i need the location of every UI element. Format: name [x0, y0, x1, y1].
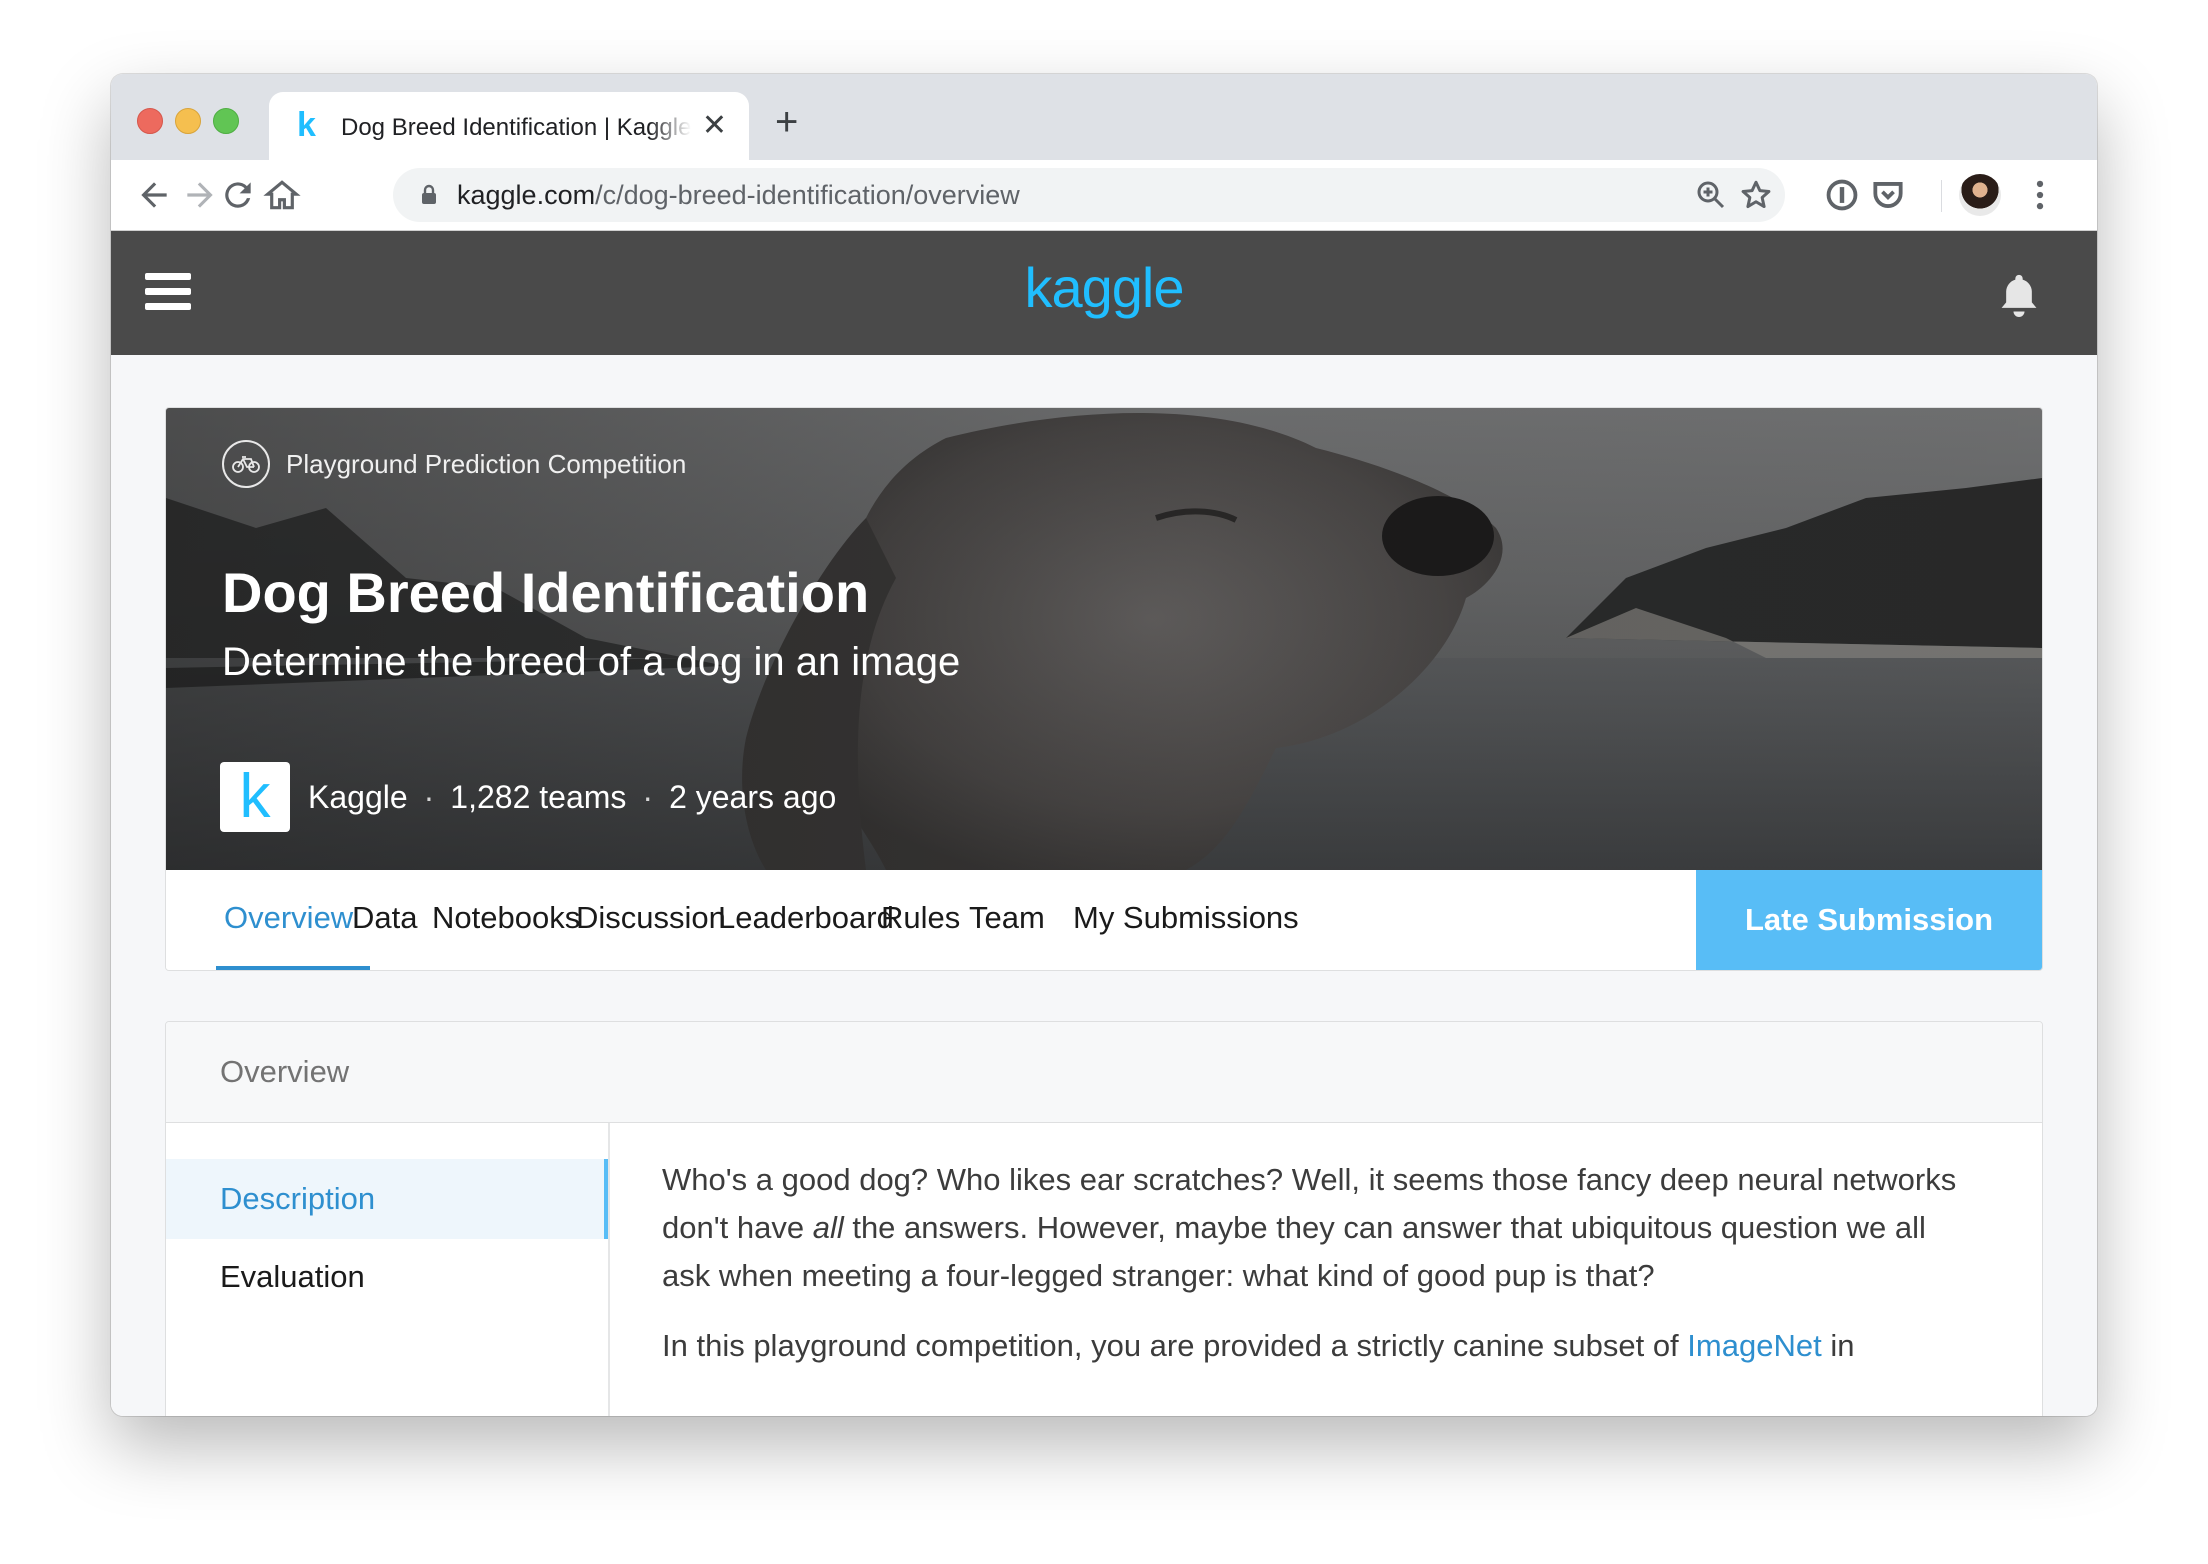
host-logo[interactable]: k [220, 762, 290, 832]
bike-icon [222, 440, 270, 488]
tab-my-submissions[interactable]: My Submissions [1073, 900, 1299, 936]
paragraph-text: in [1821, 1328, 1855, 1363]
imagenet-link[interactable]: ImageNet [1687, 1328, 1821, 1363]
overview-heading: Overview [220, 1054, 350, 1089]
site-header: kaggle [111, 231, 2097, 355]
browser-window: k Dog Breed Identification | Kaggle ✕ + … [111, 74, 2097, 1416]
tab-data[interactable]: Data [352, 900, 417, 936]
overview-card: Overview Description Evaluation Who's a … [165, 1021, 2043, 1416]
tab-close-icon[interactable]: ✕ [702, 108, 727, 143]
host-name[interactable]: Kaggle [308, 779, 408, 816]
late-submission-button[interactable]: Late Submission [1696, 870, 2042, 970]
paragraph-text: the answers. However, maybe they can ans… [662, 1210, 1926, 1293]
competition-banner: Playground Prediction Competition Dog Br… [166, 408, 2042, 870]
minimize-window-button[interactable] [175, 108, 201, 134]
new-tab-button[interactable]: + [775, 100, 798, 145]
sidebar-item-label: Evaluation [220, 1259, 365, 1294]
competition-age: 2 years ago [669, 778, 837, 815]
description-paragraph: In this playground competition, you are … [662, 1322, 1982, 1370]
pocket-icon[interactable] [1869, 176, 1907, 214]
competition-type-label: Playground Prediction Competition [286, 448, 687, 479]
home-icon[interactable] [263, 176, 301, 214]
lock-icon [422, 184, 436, 204]
tab-notebooks[interactable]: Notebooks [432, 900, 580, 936]
description-paragraph: Who's a good dog? Who likes ear scratche… [662, 1156, 1982, 1300]
tab-strip: k Dog Breed Identification | Kaggle ✕ + [111, 74, 2097, 160]
kaggle-logo[interactable]: kaggle [111, 255, 2097, 320]
browser-tab[interactable]: k Dog Breed Identification | Kaggle ✕ [269, 92, 749, 160]
forward-icon[interactable] [169, 176, 213, 214]
extension-icon[interactable] [1823, 176, 1861, 214]
content-area: Playground Prediction Competition Dog Br… [111, 355, 2097, 1416]
reload-icon[interactable] [219, 176, 257, 214]
maximize-window-button[interactable] [213, 108, 239, 134]
emphasis-text: all [812, 1210, 844, 1245]
description-body: Who's a good dog? Who likes ear scratche… [662, 1156, 1982, 1392]
tab-title: Dog Breed Identification | Kaggle [341, 114, 691, 141]
profile-avatar[interactable] [1959, 174, 2001, 216]
tab-discussion[interactable]: Discussion [576, 900, 726, 936]
tab-team[interactable]: Team [969, 900, 1045, 936]
competition-meta: k Kaggle · 1,282 teams · 2 years ago [220, 762, 836, 832]
toolbar-separator [1941, 180, 1942, 212]
menu-icon[interactable] [2021, 176, 2059, 214]
competition-header-card: Playground Prediction Competition Dog Br… [165, 407, 2043, 971]
active-tab-indicator [216, 966, 370, 970]
overview-header: Overview [166, 1022, 2042, 1123]
zoom-icon[interactable] [1693, 177, 1729, 213]
url-text: kaggle.com/c/dog-breed-identification/ov… [457, 180, 1020, 211]
address-bar[interactable]: kaggle.com/c/dog-breed-identification/ov… [393, 168, 1785, 222]
browser-toolbar: kaggle.com/c/dog-breed-identification/ov… [111, 160, 2097, 231]
tab-leaderboard[interactable]: Leaderboard [718, 900, 894, 936]
competition-title: Dog Breed Identification [222, 561, 870, 624]
sidebar-item-description[interactable]: Description [166, 1159, 608, 1239]
meta-separator: · [423, 778, 435, 815]
tab-rules[interactable]: Rules [881, 900, 960, 936]
bell-icon[interactable] [1997, 271, 2041, 319]
competition-tabs: Overview Data Notebooks Discussion Leade… [166, 870, 2042, 970]
kaggle-favicon-icon: k [297, 106, 316, 144]
meta-separator: · [642, 778, 654, 815]
team-count: 1,282 teams [450, 778, 627, 815]
back-icon[interactable] [135, 176, 173, 214]
overview-sidebar: Description Evaluation [166, 1123, 610, 1416]
tab-overview[interactable]: Overview [224, 900, 353, 936]
paragraph-text: In this playground competition, you are … [662, 1328, 1688, 1363]
close-window-button[interactable] [137, 108, 163, 134]
competition-subtitle: Determine the breed of a dog in an image [222, 640, 961, 684]
sidebar-item-evaluation[interactable]: Evaluation [166, 1237, 608, 1317]
sidebar-item-label: Description [220, 1181, 376, 1216]
url-host: kaggle.com [457, 180, 596, 210]
url-path: /c/dog-breed-identification/overview [595, 180, 1020, 210]
competition-type: Playground Prediction Competition [222, 440, 686, 488]
star-icon[interactable] [1738, 177, 1774, 213]
